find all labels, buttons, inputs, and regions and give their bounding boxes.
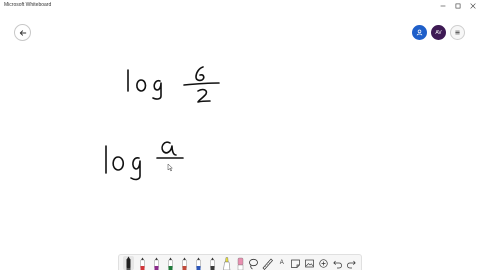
- highlighter-tool[interactable]: [221, 256, 232, 270]
- ink-expression-log-6-over-2: [127, 66, 220, 103]
- ink-expression-log-a: [105, 141, 184, 181]
- undo-button[interactable]: [332, 256, 343, 270]
- highlighter-icon: [222, 256, 230, 270]
- undo-icon: [333, 260, 342, 268]
- pen-green-tool[interactable]: [165, 256, 176, 270]
- mouse-cursor-icon: [167, 163, 173, 172]
- pen-black-icon: [126, 256, 131, 270]
- inking-toolbar: A: [118, 254, 362, 270]
- add-content-tool[interactable]: [318, 256, 329, 270]
- pen-red-tool[interactable]: [137, 256, 148, 270]
- eraser-tool[interactable]: [235, 256, 246, 270]
- insert-image-tool[interactable]: [304, 256, 315, 270]
- redo-button[interactable]: [346, 256, 357, 270]
- whiteboard-canvas[interactable]: [0, 0, 480, 270]
- note-icon: [291, 259, 301, 268]
- pen-purple-tool[interactable]: [151, 256, 162, 270]
- pen-gray-tool[interactable]: [207, 256, 218, 270]
- pen-green-icon: [168, 257, 173, 270]
- ruler-tool[interactable]: [262, 256, 274, 270]
- image-icon: [305, 259, 315, 267]
- lasso-select-tool[interactable]: [248, 256, 259, 270]
- pen-orange-tool[interactable]: [179, 256, 190, 270]
- pen-gray-icon: [209, 257, 215, 270]
- pen-red-icon: [140, 257, 145, 270]
- plus-circle-icon: [319, 258, 328, 268]
- pen-blue-tool[interactable]: [193, 256, 204, 270]
- pen-blue-icon: [195, 257, 201, 270]
- pen-purple-icon: [154, 257, 159, 270]
- pen-black-tool[interactable]: [123, 255, 134, 270]
- redo-icon: [347, 260, 356, 268]
- text-tool[interactable]: A: [276, 256, 287, 270]
- ruler-icon: [262, 257, 274, 270]
- lasso-icon: [249, 258, 259, 269]
- eraser-icon: [237, 257, 243, 270]
- text-tool-label: A: [279, 259, 284, 266]
- pen-orange-icon: [182, 257, 187, 270]
- note-tool[interactable]: [290, 256, 301, 270]
